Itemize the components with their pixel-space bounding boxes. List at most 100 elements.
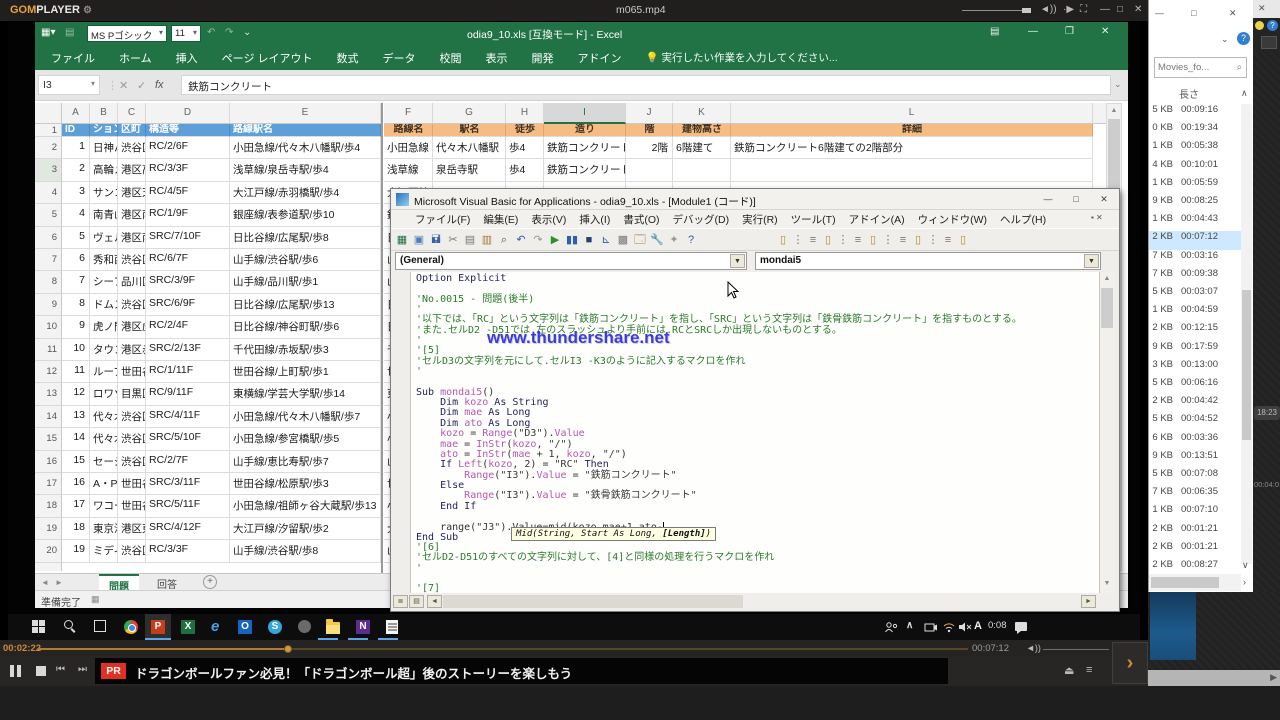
cell[interactable]: RC/1/11F	[146, 361, 230, 383]
vba-edit-icon-11[interactable]: ≡	[941, 233, 955, 247]
cell[interactable]: 鉄筋コンクリート	[544, 159, 626, 181]
camera-icon[interactable]	[924, 620, 938, 634]
cell[interactable]: SRC/3/11F	[146, 473, 230, 495]
code-editor[interactable]: Mid(String, Start As Long, [Length]) Opt…	[411, 272, 1099, 593]
cell[interactable]: 銀座線/表参道駅/歩10	[230, 204, 381, 226]
eject-icon[interactable]: ⏏	[1064, 664, 1074, 677]
progress-remaining[interactable]	[288, 648, 968, 650]
cell[interactable]: 大江戸線/汐留駅/歩2	[230, 518, 381, 540]
cell[interactable]: 渋谷区	[118, 428, 146, 450]
side-panel-button[interactable]: ›	[1112, 642, 1148, 684]
cell[interactable]: 日比谷線/広尾駅/歩8	[230, 227, 381, 249]
bulb-icon[interactable]	[1255, 21, 1264, 30]
cell[interactable]: 2階	[626, 137, 673, 159]
file-row[interactable]: 2 KB00:07:12	[1149, 231, 1241, 249]
sheet-nav-right-icon[interactable]: ►	[55, 578, 63, 587]
vba-tool-icon-9[interactable]: ▶	[548, 233, 562, 247]
header-cell[interactable]: 階	[626, 124, 673, 137]
qat-more-icon[interactable]: ⌄	[243, 27, 251, 38]
file-row[interactable]: 7 KB00:06:35	[1149, 486, 1241, 504]
vba-edit-icon-7[interactable]: ⋮	[881, 233, 895, 247]
cell[interactable]: サンコ	[90, 182, 118, 204]
cell[interactable]: 港区南	[118, 204, 146, 226]
cell[interactable]: 世田谷	[118, 473, 146, 495]
file-row[interactable]: 2 KB00:12:15	[1149, 322, 1241, 340]
cell[interactable]: SRC/5/11F	[146, 495, 230, 517]
cell[interactable]: 11	[62, 361, 90, 383]
vba-menu-6[interactable]: 実行(R)	[742, 212, 778, 227]
file-row[interactable]: 5 KB00:03:07	[1149, 286, 1241, 304]
cell[interactable]: 渋谷区	[118, 540, 146, 562]
cell[interactable]: 泉岳寺駅	[433, 159, 506, 181]
row-header-7[interactable]: 7	[35, 249, 62, 271]
ad-text[interactable]: ドラゴンボールファン必見！「ドラゴンボール超」後のストーリーを楽しもう	[135, 663, 572, 682]
cell[interactable]: 代々木	[90, 428, 118, 450]
vba-tool-icon-11[interactable]: ■	[582, 233, 596, 247]
font-size-select[interactable]: 11▾	[171, 25, 201, 42]
cell[interactable]: 小田急線/祖師ヶ谷大蔵駅/歩13	[230, 495, 381, 517]
cell[interactable]: 8	[62, 294, 90, 316]
cell[interactable]: RC/2/6F	[146, 137, 230, 159]
cell[interactable]: 港区赤	[118, 339, 146, 361]
cell[interactable]: 山手線/恵比寿駅/歩7	[230, 451, 381, 473]
vba-menu-1[interactable]: 編集(E)	[483, 212, 518, 227]
settings-icon[interactable]	[298, 620, 312, 634]
column-header-J[interactable]: J	[626, 103, 673, 124]
cell[interactable]: 山手線/渋谷駅/歩8	[230, 540, 381, 562]
cell[interactable]: 日比谷線/神谷町駅/歩6	[230, 316, 381, 338]
action-center-icon[interactable]	[1014, 620, 1028, 634]
file-row[interactable]: 2 KB00:04:42	[1149, 395, 1241, 413]
cell[interactable]: 17	[62, 495, 90, 517]
cell[interactable]: ヴェル	[90, 227, 118, 249]
vba-menu-2[interactable]: 表示(V)	[531, 212, 566, 227]
onenote-icon[interactable]: N	[356, 620, 370, 634]
cell[interactable]: 渋谷区	[118, 451, 146, 473]
cell[interactable]: ロワゾ	[90, 383, 118, 405]
vba-menu-3[interactable]: 挿入(I)	[579, 212, 610, 227]
cell[interactable]: 港区南	[118, 227, 146, 249]
vba-maximize-button[interactable]: □	[1065, 192, 1087, 207]
cell[interactable]: 小田急線/参宮橋駅/歩5	[230, 428, 381, 450]
row-header-14[interactable]: 14	[35, 406, 62, 428]
search-icon[interactable]	[64, 620, 78, 634]
formula-input[interactable]: 鉄筋コンクリート	[181, 75, 1111, 95]
cell[interactable]: 小田急線/代々木八幡駅/歩4	[230, 137, 381, 159]
column-header-E[interactable]: E	[230, 103, 381, 124]
cell[interactable]: SRC/7/10F	[146, 227, 230, 249]
ribbon-options-button[interactable]: ▤	[990, 26, 999, 37]
vba-tool-icon-17[interactable]: ?	[684, 233, 698, 247]
cell[interactable]: SRC/6/9F	[146, 294, 230, 316]
ribbon-tab-7[interactable]: 表示	[474, 50, 520, 66]
header-cell[interactable]: 路線駅名	[230, 124, 381, 137]
column-header-L[interactable]: L	[731, 103, 1093, 124]
stop-icon[interactable]	[36, 666, 46, 676]
vba-edit-icon-3[interactable]: ▯	[821, 233, 835, 247]
ribbon-tab-0[interactable]: ファイル	[39, 50, 107, 66]
vba-minimize-button[interactable]: —	[1037, 192, 1059, 207]
cell[interactable]: 港区東	[118, 518, 146, 540]
toolbar-button[interactable]	[1261, 36, 1277, 49]
cell[interactable]: 16	[62, 473, 90, 495]
column-header-B[interactable]: B	[90, 103, 118, 124]
row-header-18[interactable]: 18	[35, 495, 62, 517]
cell[interactable]: RC/3/3F	[146, 159, 230, 181]
cell[interactable]: RC/6/7F	[146, 249, 230, 271]
row-header-20[interactable]: 20	[35, 540, 62, 562]
column-header-H[interactable]: H	[506, 103, 544, 124]
row-header-6[interactable]: 6	[35, 227, 62, 249]
cell[interactable]: 港区虎	[118, 316, 146, 338]
vba-edit-icon-5[interactable]: ≡	[851, 233, 865, 247]
name-box[interactable]: I3▾	[38, 75, 100, 95]
select-all-corner[interactable]	[35, 103, 62, 124]
ribbon-tab-5[interactable]: データ	[371, 50, 428, 66]
ad-banner[interactable]: PR ドラゴンボールファン必見！「ドラゴンボール超」後のストーリーを楽しもう	[95, 658, 948, 684]
speaker-icon[interactable]: ◄))	[1040, 4, 1057, 15]
ribbon-collapse-icon[interactable]: ⌄	[1221, 34, 1229, 45]
font-name-select[interactable]: MS Pゴシック▾	[87, 25, 167, 42]
file-row[interactable]: 2 KB00:01:21	[1149, 541, 1241, 559]
mute-icon[interactable]	[958, 620, 972, 634]
cell[interactable]: 東横線/学芸大学駅/歩14	[230, 383, 381, 405]
cell[interactable]: 12	[62, 383, 90, 405]
cancel-icon[interactable]: ✕	[119, 79, 128, 92]
ribbon-tab-1[interactable]: ホーム	[107, 50, 164, 66]
